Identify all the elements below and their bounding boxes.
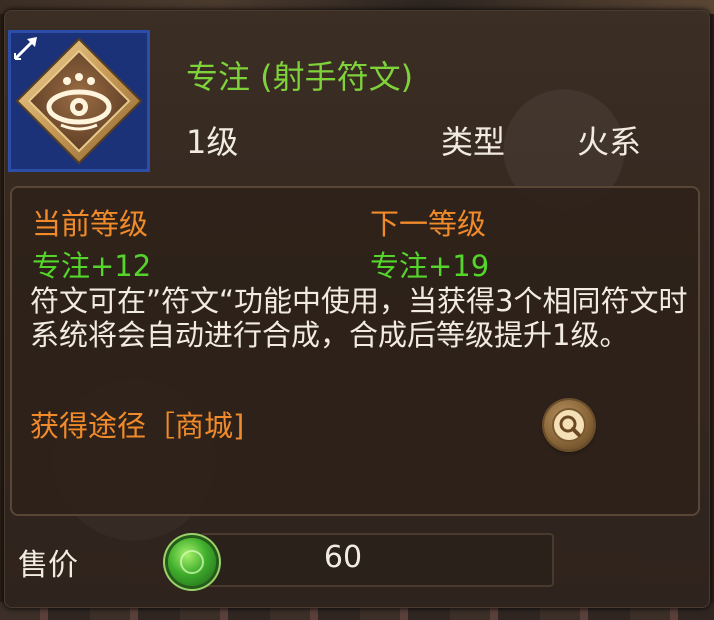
next-level-value: 专注+19 — [370, 249, 490, 283]
type-value: 火系 — [577, 123, 642, 161]
item-name: 专注 (射手符文) — [186, 58, 414, 96]
item-icon-frame — [8, 30, 150, 172]
current-level-value: 专注+12 — [32, 249, 152, 283]
type-label: 类型 — [441, 123, 506, 161]
source-text: 获得途径［商城] — [30, 409, 245, 443]
jade-coin-icon — [168, 538, 216, 586]
price-label: 售价 — [18, 548, 78, 583]
arrow-icon — [13, 37, 37, 61]
search-icon — [552, 408, 586, 442]
current-level-label: 当前等级 — [32, 207, 149, 241]
search-button[interactable] — [544, 400, 594, 450]
item-level: 1级 — [186, 123, 239, 161]
next-level-label: 下一等级 — [370, 207, 487, 241]
item-description: 符文可在”符文“功能中使用，当获得3个相同符文时系统将会自动进行合成，合成后等级… — [30, 284, 688, 352]
price-value: 60 — [323, 540, 363, 575]
